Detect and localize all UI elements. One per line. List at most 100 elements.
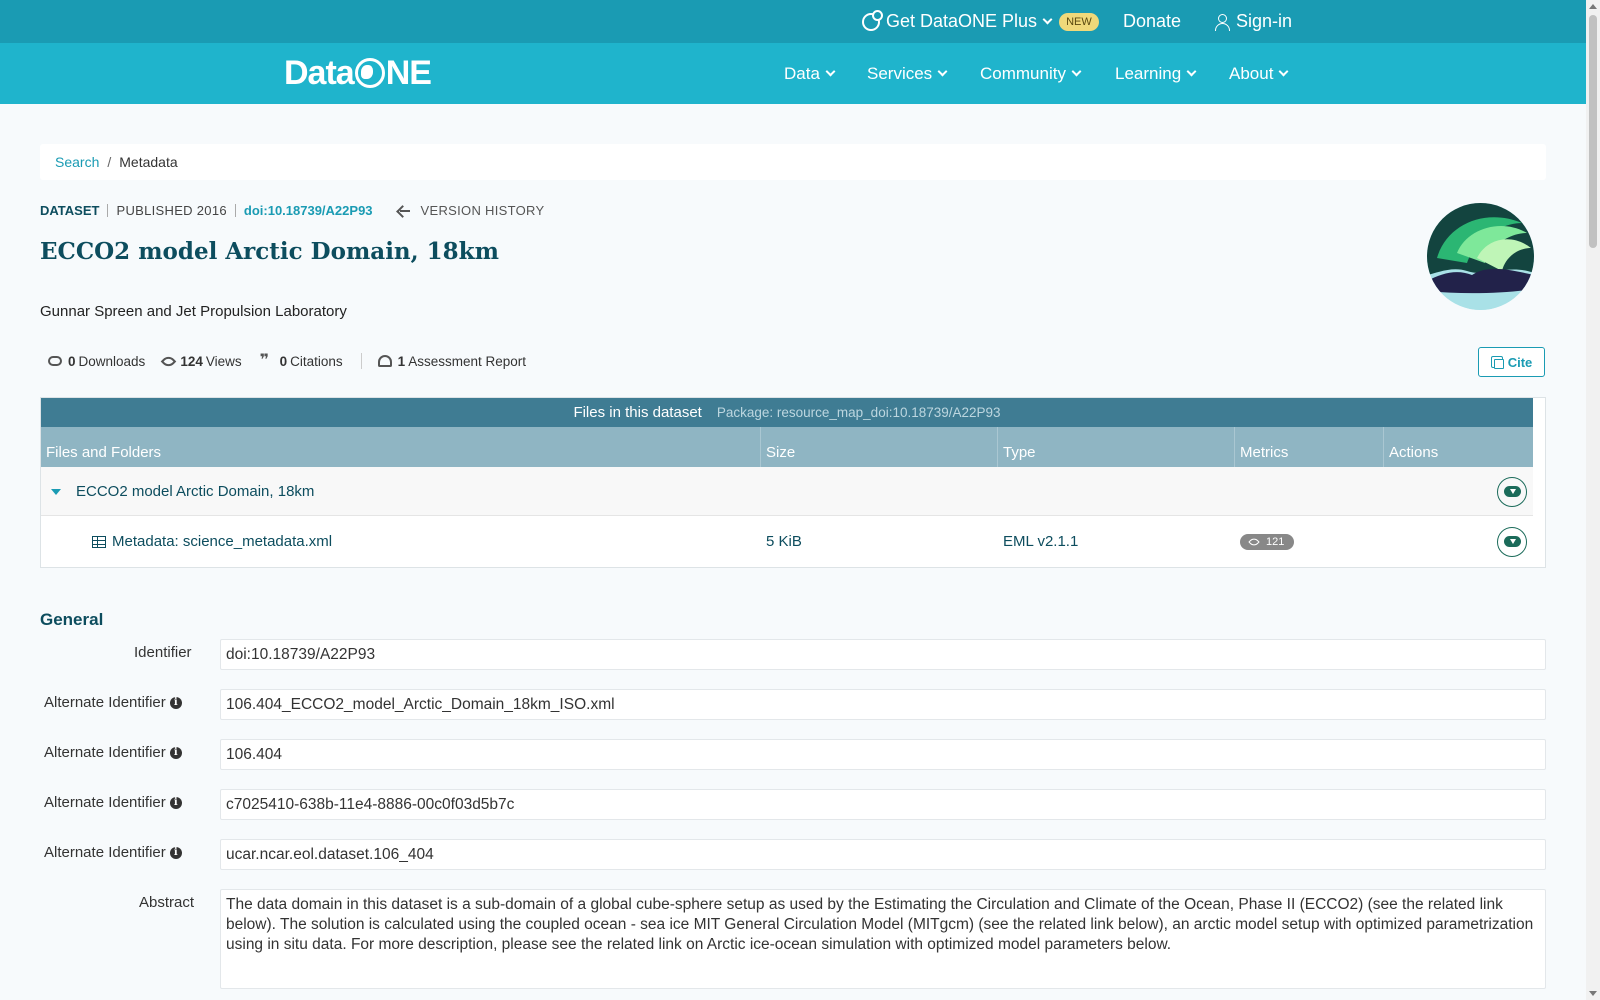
nav-community[interactable]: Community <box>980 43 1082 104</box>
identifier-value: doi:10.18739/A22P93 <box>220 639 1546 670</box>
doi-link[interactable]: doi:10.18739/A22P93 <box>244 203 373 218</box>
nav-learning-label: Learning <box>1115 63 1182 83</box>
citations-stat: ❞ 0 Citations <box>260 353 343 369</box>
scrollbar-thumb[interactable] <box>1589 15 1597 248</box>
chevron-down-icon <box>825 66 836 77</box>
column-size[interactable]: Size <box>761 427 998 467</box>
nav-learning[interactable]: Learning <box>1115 43 1197 104</box>
eye-icon <box>161 353 177 369</box>
nav-services[interactable]: Services <box>867 43 948 104</box>
column-actions: Actions <box>1389 444 1439 461</box>
column-metrics[interactable]: Metrics <box>1235 427 1384 467</box>
views-stat: 124 Views <box>161 353 242 369</box>
logo-text-right: NE <box>385 53 432 92</box>
breadcrumb-current: Metadata <box>119 154 178 170</box>
nav-data-label: Data <box>784 63 820 83</box>
general-section-title: General <box>40 610 104 629</box>
breadcrumb-search-link[interactable]: Search <box>55 154 99 170</box>
file-row: Metadata: science_metadata.xml 5 KiB EML… <box>41 517 1533 566</box>
alternate-identifier-value: 106.404_ECCO2_model_Arctic_Domain_18km_I… <box>220 689 1546 720</box>
info-icon[interactable]: i <box>169 696 182 709</box>
files-table: Files in this dataset Package: resource_… <box>40 397 1546 568</box>
eye-icon <box>1248 535 1260 548</box>
cite-button[interactable]: Cite <box>1478 347 1545 377</box>
field-label-text: Alternate Identifier <box>44 694 166 711</box>
dataset-type: DATASET <box>40 203 100 218</box>
breadcrumb: Search / Metadata <box>40 144 1546 180</box>
page-title: ECCO2 model Arctic Domain, 18km <box>40 238 499 265</box>
divider <box>234 204 236 217</box>
alternate-identifier-value: c7025410-638b-11e4-8886-00c0f03d5b7c <box>220 789 1546 820</box>
file-link[interactable]: Metadata: science_metadata.xml <box>92 517 332 566</box>
scroll-up-icon[interactable] <box>1589 4 1597 9</box>
collapse-toggle[interactable] <box>51 467 61 516</box>
sign-in-link[interactable]: Sign-in <box>1214 0 1292 43</box>
folder-name: ECCO2 model Arctic Domain, 18km <box>76 483 315 500</box>
citations-count: 0 <box>279 353 288 369</box>
views-count: 124 <box>180 353 203 369</box>
file-size: 5 KiB <box>766 533 802 550</box>
globe-icon <box>862 9 883 31</box>
abstract-value: The data domain in this dataset is a sub… <box>220 889 1546 989</box>
files-heading: Files in this dataset <box>573 404 702 421</box>
file-name: Metadata: science_metadata.xml <box>112 533 333 550</box>
donate-link[interactable]: Donate <box>1123 0 1181 43</box>
assessment-count: 1 <box>397 353 406 369</box>
user-icon <box>1214 13 1230 31</box>
alternate-identifier-label: Alternate Identifier i <box>44 744 182 761</box>
download-package-button[interactable] <box>1497 467 1527 516</box>
column-files-and-folders[interactable]: Files and Folders <box>41 427 761 467</box>
chevron-down-icon <box>937 66 948 77</box>
dataone-logo[interactable]: Data NE <box>284 53 432 93</box>
column-type[interactable]: Type <box>998 427 1235 467</box>
info-icon[interactable]: i <box>169 846 182 859</box>
chevron-down-icon <box>1071 66 1082 77</box>
alternate-identifier-value: ucar.ncar.eol.dataset.106_404 <box>220 839 1546 870</box>
abstract-label: Abstract <box>139 894 195 911</box>
chevron-down-icon <box>1042 14 1053 25</box>
file-type: EML v2.1.1 <box>1003 533 1079 550</box>
cloud-download-icon <box>1497 476 1527 507</box>
aurora-logo-image <box>1427 203 1534 310</box>
cloud-download-icon <box>1497 526 1527 557</box>
info-icon[interactable]: i <box>169 796 182 809</box>
gauge-icon <box>377 355 392 367</box>
nav-community-label: Community <box>980 63 1066 83</box>
chevron-down-icon <box>1186 66 1197 77</box>
folder-row: ECCO2 model Arctic Domain, 18km <box>41 467 1533 516</box>
field-label-text: Alternate Identifier <box>44 844 166 861</box>
get-dataone-plus-link[interactable]: Get DataONE Plus NEW <box>862 0 1099 43</box>
dataset-authors: Gunnar Spreen and Jet Propulsion Laborat… <box>40 303 347 320</box>
alternate-identifier-value: 106.404 <box>220 739 1546 770</box>
page-scrollbar[interactable] <box>1586 0 1600 1000</box>
caret-down-icon <box>51 488 61 495</box>
field-label-text: Alternate Identifier <box>44 794 166 811</box>
version-history-link[interactable]: VERSION HISTORY <box>397 203 545 218</box>
cite-label: Cite <box>1507 354 1533 370</box>
new-badge: NEW <box>1059 12 1099 31</box>
version-history-label: VERSION HISTORY <box>420 203 545 218</box>
info-icon[interactable]: i <box>169 746 182 759</box>
divider <box>360 353 362 369</box>
main-nav: Data NE Data Services Community Learning… <box>0 43 1586 104</box>
package-id: Package: resource_map_doi:10.18739/A22P9… <box>716 405 1001 420</box>
scroll-down-icon[interactable] <box>1589 991 1597 996</box>
files-table-header: Files in this dataset Package: resource_… <box>41 398 1533 427</box>
nav-about[interactable]: About <box>1229 43 1289 104</box>
published-year: PUBLISHED 2016 <box>116 203 227 218</box>
dataset-stats: 0 Downloads 124 Views ❞ 0 Citations 1 As… <box>48 353 544 369</box>
assessment-report-link[interactable]: 1 Assessment Report <box>377 353 526 369</box>
file-views-metric: 121 <box>1240 517 1295 566</box>
downloads-label: Downloads <box>78 353 146 369</box>
get-dataone-plus-label: Get DataONE Plus <box>886 11 1038 31</box>
download-file-button[interactable] <box>1497 517 1527 566</box>
logo-globe-icon <box>354 58 385 88</box>
field-label-text: Identifier <box>134 644 192 661</box>
identifier-label: Identifier <box>134 644 192 661</box>
alternate-identifier-label: Alternate Identifier i <box>44 694 182 711</box>
views-badge-count: 121 <box>1266 535 1285 548</box>
cloud-download-icon <box>48 356 62 366</box>
nav-data[interactable]: Data <box>784 43 836 104</box>
portal-avatar <box>1427 203 1534 310</box>
nav-services-label: Services <box>867 63 933 83</box>
